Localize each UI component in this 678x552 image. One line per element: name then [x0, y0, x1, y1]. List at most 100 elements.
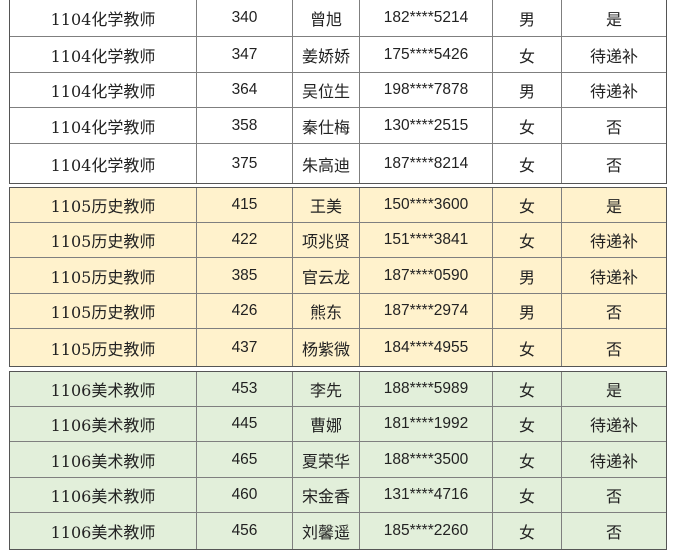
cell-position: 1106美术教师 — [10, 513, 197, 549]
table-group-art: 1106美术教师 453 李先 188****5989 女是 1106美术教师 445 曹娜 1… — [9, 371, 667, 550]
cell-score: 375 — [197, 144, 293, 183]
cell-phone: 175****5426 — [360, 37, 493, 72]
cell-name: 吴位生 — [293, 73, 360, 107]
cell-name: 秦仕梅 — [293, 108, 360, 143]
cell-status: 否 — [605, 155, 622, 175]
cell-name: 项兆贤 — [293, 223, 360, 257]
cell-position: 1106美术教师 — [10, 407, 197, 441]
cell-gender: 女 — [493, 407, 562, 441]
cell-status: 否 — [605, 487, 622, 506]
cell-score: 456 — [197, 513, 293, 549]
cell-phone: 181****1992 — [360, 407, 493, 441]
table-row: 1106美术教师 456 刘馨遥 185****2260 女 否 — [10, 513, 666, 549]
cell-status: 待递补 — [589, 46, 638, 66]
cell-score: 385 — [197, 258, 293, 293]
cell-score: 358 — [197, 108, 293, 143]
cell-name: 姜娇娇 — [293, 37, 360, 72]
cell-position: 1104化学教师 — [10, 37, 197, 72]
cell-gender: 男 — [493, 73, 562, 107]
cell-gender: 女 — [493, 372, 562, 406]
cell-position: 1105历史教师 — [10, 188, 197, 222]
table-row: 1104化学教师 358 秦仕梅 130****2515 女 否 — [10, 108, 666, 144]
cell-gender: 男 — [493, 258, 562, 293]
cell-phone: 185****2260 — [360, 513, 493, 549]
cell-gender: 女 — [493, 37, 562, 72]
cell-score: 437 — [197, 329, 293, 366]
cell-gender: 女 — [493, 223, 562, 257]
cell-position: 1105历史教师 — [10, 294, 197, 328]
table-row: 1105历史教师 385 官云龙 187****0590 男 待递补 — [10, 258, 666, 294]
cell-position: 1106美术教师 — [10, 478, 197, 512]
cell-position: 1106美术教师 — [10, 372, 197, 406]
cell-name: 官云龙 — [293, 258, 360, 293]
cell-score: 465 — [197, 442, 293, 477]
cell-gender: 女 — [493, 188, 562, 222]
cell-score: 340 — [197, 0, 293, 36]
cell-name: 王美 — [293, 188, 360, 222]
cell-gender: 女 — [493, 442, 562, 477]
table-row: 1105历史教师 415 王美 150****3600 女 是 — [10, 188, 666, 223]
cell-phone: 187****0590 — [360, 258, 493, 293]
cell-status: 待递补 — [589, 82, 638, 101]
table-group-history: 1105历史教师 415 王美 150****3600 女是 1105历史教师 422 项兆贤… — [9, 187, 667, 367]
cell-status: 待递补 — [589, 416, 638, 435]
table-row: 1106美术教师 460 宋金香 131****4716 女 否 — [10, 478, 666, 513]
cell-name: 李先 — [293, 372, 360, 406]
cell-position: 1105历史教师 — [10, 329, 197, 366]
table-row: 1104化学教师 340 曾旭 182****5214 男 是 — [10, 0, 666, 37]
cell-name: 朱高迪 — [293, 144, 360, 183]
table-row: 1104化学教师 375 朱高迪 187****8214 女 否 — [10, 144, 666, 183]
cell-name: 熊东 — [293, 294, 360, 328]
cell-status: 是 — [605, 9, 622, 29]
table-row: 1105历史教师 422 项兆贤 151****3841 女 待递补 — [10, 223, 666, 258]
cell-status: 是 — [605, 197, 622, 216]
table-row: 1105历史教师 426 熊东 187****2974 男 否 — [10, 294, 666, 329]
cell-position: 1105历史教师 — [10, 258, 197, 293]
cell-gender: 女 — [493, 144, 562, 183]
cell-gender: 女 — [493, 513, 562, 549]
cell-phone: 188****5989 — [360, 372, 493, 406]
table-row: 1106美术教师 445 曹娜 181****1992 女 待递补 — [10, 407, 666, 442]
cell-position: 1104化学教师 — [10, 144, 197, 183]
cell-phone: 131****4716 — [360, 478, 493, 512]
cell-name: 宋金香 — [293, 478, 360, 512]
cell-position: 1104化学教师 — [10, 73, 197, 107]
cell-status: 是 — [605, 381, 622, 400]
cell-gender: 男 — [493, 0, 562, 36]
cell-score: 453 — [197, 372, 293, 406]
cell-gender: 女 — [493, 108, 562, 143]
cell-gender: 男 — [493, 294, 562, 328]
cell-score: 426 — [197, 294, 293, 328]
cell-name: 曾旭 — [293, 0, 360, 36]
cell-score: 347 — [197, 37, 293, 72]
cell-position: 1106美术教师 — [10, 442, 197, 477]
cell-phone: 187****8214 — [360, 144, 493, 183]
cell-phone: 188****3500 — [360, 442, 493, 477]
cell-position: 1105历史教师 — [10, 223, 197, 257]
cell-phone: 187****2974 — [360, 294, 493, 328]
cell-name: 刘馨遥 — [293, 513, 360, 549]
cell-status: 否 — [605, 303, 622, 322]
cell-status: 待递补 — [589, 267, 638, 287]
cell-phone: 184****4955 — [360, 329, 493, 366]
cell-name: 曹娜 — [293, 407, 360, 441]
cell-score: 415 — [197, 188, 293, 222]
cell-status: 否 — [605, 339, 622, 359]
cell-name: 杨紫微 — [293, 329, 360, 366]
cell-status: 否 — [605, 117, 622, 137]
cell-phone: 198****7878 — [360, 73, 493, 107]
cell-phone: 130****2515 — [360, 108, 493, 143]
cell-name: 夏荣华 — [293, 442, 360, 477]
table-row: 1106美术教师 453 李先 188****5989 女 是 — [10, 372, 666, 407]
table-row: 1105历史教师 437 杨紫微 184****4955 女 否 — [10, 329, 666, 366]
cell-phone: 182****5214 — [360, 0, 493, 36]
cell-phone: 151****3841 — [360, 223, 493, 257]
cell-position: 1104化学教师 — [10, 0, 197, 36]
cell-score: 364 — [197, 73, 293, 107]
cell-score: 422 — [197, 223, 293, 257]
table-row: 1106美术教师 465 夏荣华 188****3500 女 待递补 — [10, 442, 666, 478]
cell-status: 待递补 — [589, 451, 638, 471]
cell-status: 否 — [605, 523, 622, 542]
cell-gender: 女 — [493, 478, 562, 512]
cell-gender: 女 — [493, 329, 562, 366]
